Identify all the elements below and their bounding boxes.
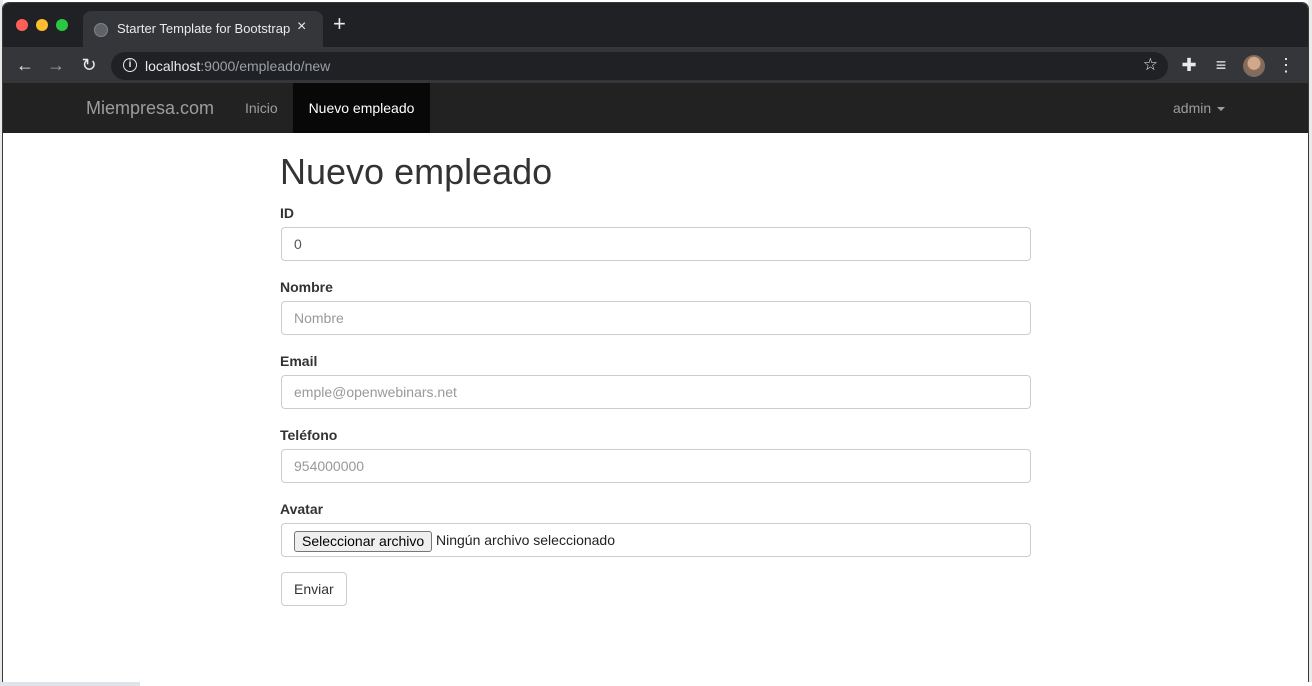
- avatar-file-input[interactable]: Seleccionar archivo Ningún archivo selec…: [281, 523, 1031, 557]
- url-host: localhost: [145, 58, 201, 74]
- id-input[interactable]: [281, 227, 1031, 261]
- browser-tab[interactable]: Starter Template for Bootstrap ×: [83, 11, 323, 47]
- media-queue-icon[interactable]: ≡: [1209, 53, 1233, 77]
- email-label: Email: [280, 353, 318, 369]
- browser-window: Starter Template for Bootstrap × + ← → ↻…: [3, 3, 1308, 682]
- id-label: ID: [280, 205, 294, 221]
- menu-icon[interactable]: ⋮: [1274, 53, 1298, 77]
- nombre-label: Nombre: [280, 279, 333, 295]
- nav-item-nuevo-empleado[interactable]: Nuevo empleado: [293, 83, 430, 133]
- submit-button[interactable]: Enviar: [281, 572, 347, 606]
- navbar-brand[interactable]: Miempresa.com: [86, 98, 214, 119]
- close-icon[interactable]: ×: [297, 18, 306, 36]
- nombre-input[interactable]: [281, 301, 1031, 335]
- avatar-label: Avatar: [280, 501, 324, 517]
- site-navbar: Miempresa.com Inicio Nuevo empleado admi…: [3, 83, 1308, 133]
- reload-icon[interactable]: ↻: [77, 53, 101, 77]
- puzzle-icon[interactable]: ✚: [1177, 53, 1201, 77]
- url-text[interactable]: localhost:9000/empleado/new: [145, 58, 330, 74]
- background-document: [0, 682, 1312, 686]
- forward-arrow-icon[interactable]: →: [44, 53, 68, 77]
- page-title: Nuevo empleado: [280, 151, 553, 192]
- tab-title: Starter Template for Bootstrap: [117, 21, 291, 36]
- nav-item-inicio[interactable]: Inicio: [245, 83, 278, 133]
- globe-icon: [94, 23, 108, 37]
- browser-toolbar: ← → ↻ i localhost:9000/empleado/new ☆ ✚ …: [3, 47, 1308, 83]
- email-input[interactable]: [281, 375, 1031, 409]
- telefono-input[interactable]: [281, 449, 1031, 483]
- address-bar[interactable]: i localhost:9000/empleado/new ☆: [111, 52, 1168, 80]
- background-edge-right: [1308, 0, 1312, 686]
- tab-strip: Starter Template for Bootstrap × +: [3, 3, 1308, 47]
- info-icon[interactable]: i: [123, 58, 137, 72]
- maximize-window-button[interactable]: [56, 19, 68, 31]
- user-name: admin: [1173, 100, 1212, 116]
- background-sidebar: [0, 682, 140, 686]
- profile-avatar[interactable]: [1243, 55, 1265, 77]
- close-window-button[interactable]: [16, 19, 28, 31]
- back-arrow-icon[interactable]: ←: [13, 53, 37, 77]
- minimize-window-button[interactable]: [36, 19, 48, 31]
- caret-down-icon: [1217, 107, 1226, 112]
- star-icon[interactable]: ☆: [1143, 55, 1158, 75]
- new-tab-button[interactable]: +: [333, 13, 346, 35]
- url-path: :9000/empleado/new: [200, 58, 331, 74]
- telefono-label: Teléfono: [280, 427, 338, 443]
- choose-file-button[interactable]: Seleccionar archivo: [294, 531, 433, 552]
- user-dropdown[interactable]: admin: [1173, 83, 1226, 133]
- file-status-text: Ningún archivo seleccionado: [436, 532, 615, 548]
